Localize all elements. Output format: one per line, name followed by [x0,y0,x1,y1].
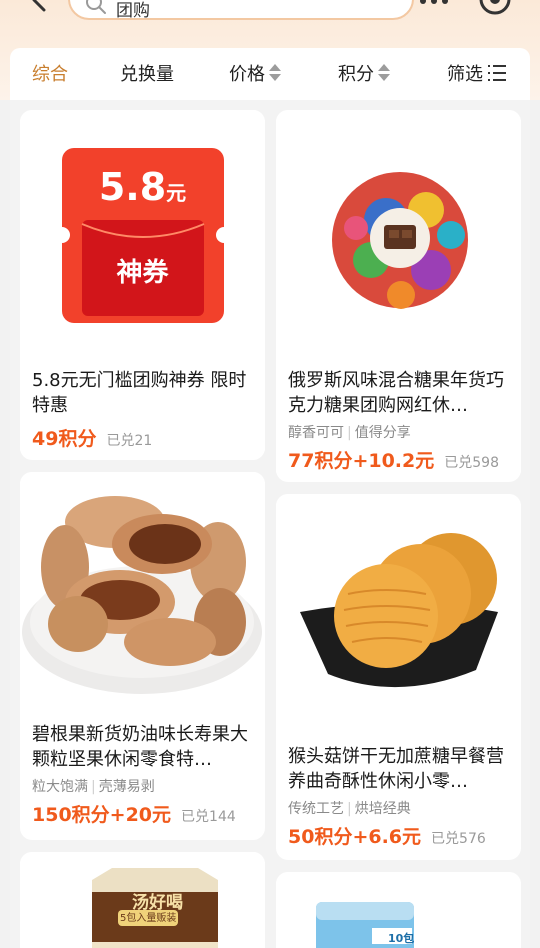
price-row: 50积分+6.6元 已兑576 [288,822,509,849]
product-price: 49积分 [32,428,97,450]
product-sold-count: 已兑598 [444,455,499,471]
product-tag: 醇香可可 [288,425,344,441]
tab-label: 综合 [32,64,68,85]
filter-icon [488,65,506,81]
product-info: 5.8元无门槛团购神券 限时特惠 49积分 已兑21 [20,368,265,451]
price-row: 150积分+20元 已兑144 [32,800,253,827]
candy-image [276,110,521,360]
product-card[interactable]: 碧根果新货奶油味长寿果大颗粒坚果休闲零食特… 粒大饱满 | 壳薄易剥 150积分+2… [20,472,265,840]
product-sold-count: 已兑21 [106,433,153,449]
product-price: 150积分+20元 [32,804,172,826]
tab-label: 积分 [338,64,374,85]
tab-label: 价格 [229,64,265,85]
tab-comprehensive[interactable]: 综合 [32,60,68,86]
product-sold-count: 已兑576 [431,831,486,847]
price-row: 49积分 已兑21 [32,424,253,451]
product-info: 猴头菇饼干无加蔗糖早餐营养曲奇酥性休闲小零… 传统工艺 | 烘培经典 50积分+6.… [276,744,521,849]
product-tags: 粒大饱满 | 壳薄易剥 [32,779,155,795]
more-dots-icon[interactable] [418,0,450,6]
product-card[interactable]: 俄罗斯风味混合糖果年货巧克力糖果团购网红休… 醇香可可 | 值得分享 77积分+10… [276,110,521,482]
coupon-image [20,110,265,360]
product-title: 碧根果新货奶油味长寿果大颗粒坚果休闲零食特… [32,724,248,770]
product-tag: 值得分享 [354,425,411,441]
price-row: 77积分+10.2元 已兑598 [288,446,509,473]
coupon-value-label: 5.8元 [20,165,265,209]
pecan-image [20,472,265,714]
product-tag: 粒大饱满 [32,779,88,795]
tab-exchange-count[interactable]: 兑换量 [120,60,174,86]
tab-price[interactable]: 价格 [229,60,281,86]
biscuit-image [276,494,521,738]
top-bar: 团购 [0,0,540,40]
coupon-label: 神券 [116,258,169,288]
product-sold-count: 已兑144 [181,809,236,825]
product-tags: 醇香可可 | 值得分享 [288,425,411,441]
product-tag: 壳薄易剥 [98,779,155,795]
search-query: 团购 [116,1,150,21]
tab-label: 筛选 [447,64,483,85]
product-price: 50积分+6.6元 [288,826,422,848]
product-title: 5.8元无门槛团购神券 限时特惠 [32,370,247,416]
product-card[interactable]: 猴头菇饼干无加蔗糖早餐营养曲奇酥性休闲小零… 传统工艺 | 烘培经典 50积分+6.… [276,494,521,860]
back-arrow-icon[interactable] [26,0,54,16]
product-card[interactable]: 10包 [276,872,521,948]
sort-arrows-icon [378,63,390,83]
package-subtitle: 5包入量贩装 [120,913,177,924]
tab-filter[interactable]: 筛选 [447,60,507,86]
coupon-value: 5.8 [98,165,167,209]
product-card[interactable]: 汤好喝 5包入量贩装 [20,852,265,948]
target-icon[interactable] [478,0,512,16]
product-card[interactable]: 5.8元 神券 5.8元无门槛团购神券 限时特惠 49积分 已兑21 [20,110,265,460]
product-info: 俄罗斯风味混合糖果年货巧克力糖果团购网红休… 醇香可可 | 值得分享 77积分+10… [276,368,521,473]
search-icon [86,0,106,14]
package-count: 10包 [388,932,415,945]
product-tags: 传统工艺 | 烘培经典 [288,801,411,817]
product-grid: 5.8元 神券 5.8元无门槛团购神券 限时特惠 49积分 已兑21 俄罗斯风味… [10,100,530,948]
product-info: 碧根果新货奶油味长寿果大颗粒坚果休闲零食特… 粒大饱满 | 壳薄易剥 150积分+2… [20,722,265,827]
sort-tabs: 综合 兑换量 价格 积分 筛选 [10,48,530,100]
tab-label: 兑换量 [120,64,174,85]
product-title: 猴头菇饼干无加蔗糖早餐营养曲奇酥性休闲小零… [288,746,504,792]
sort-arrows-icon [269,63,281,83]
product-price: 77积分+10.2元 [288,450,435,472]
product-title: 俄罗斯风味混合糖果年货巧克力糖果团购网红休… [288,370,504,416]
search-input[interactable]: 团购 [68,0,414,21]
product-tag: 烘培经典 [354,801,411,817]
product-tag: 传统工艺 [288,801,344,817]
tab-points[interactable]: 积分 [338,60,390,86]
coupon-unit: 元 [166,181,187,205]
